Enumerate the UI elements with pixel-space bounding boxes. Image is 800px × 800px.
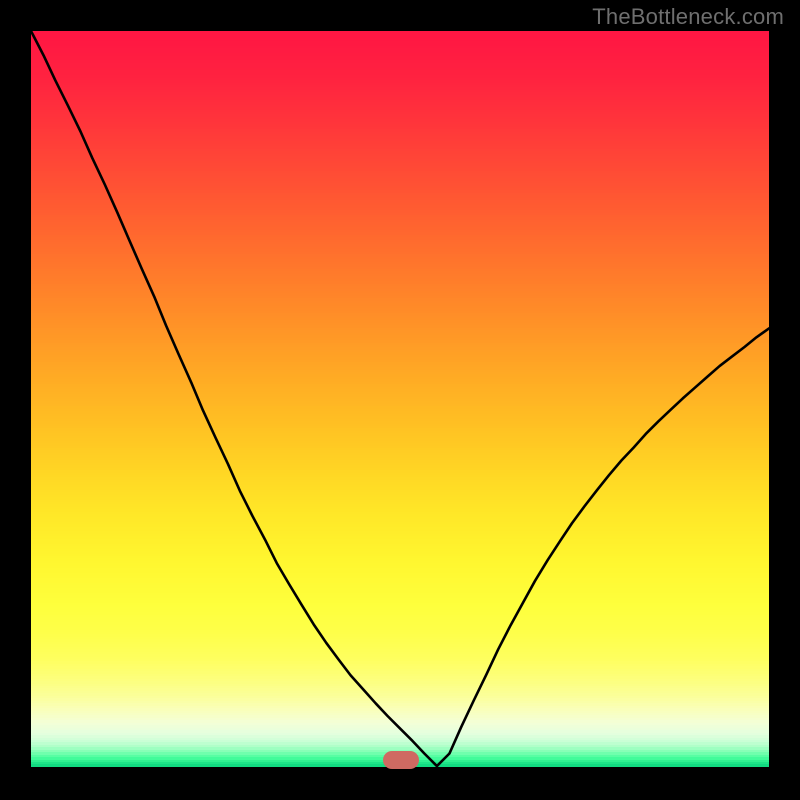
bottleneck-curve [31,31,769,769]
optimal-marker [383,751,419,769]
watermark-text: TheBottleneck.com [592,4,784,30]
plot-area [31,31,769,769]
chart-stage: TheBottleneck.com [0,0,800,800]
